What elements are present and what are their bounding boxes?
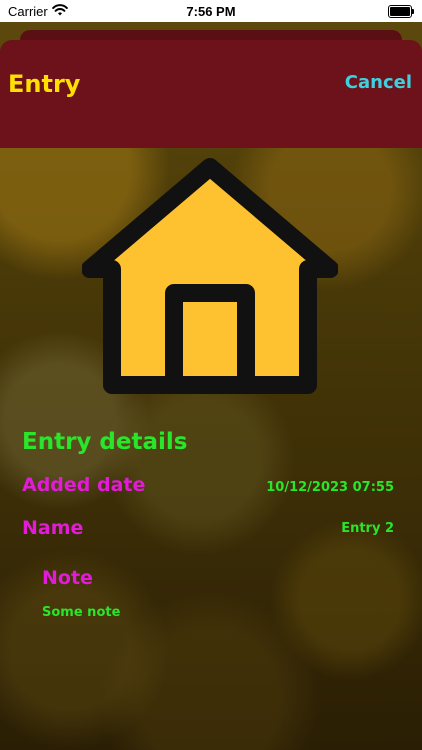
name-label: Name [22,517,84,539]
clock: 7:56 PM [186,4,236,19]
house-icon [82,158,338,394]
cancel-button[interactable]: Cancel [345,72,412,93]
added-date-value: 10/12/2023 07:55 [266,480,394,495]
note-label: Note [42,567,93,589]
name-value: Entry 2 [341,521,394,536]
page-title: Entry [8,70,81,98]
battery-icon [388,5,414,18]
section-title: Entry details [22,429,188,455]
note-value: Some note [42,605,121,620]
status-bar: Carrier 7:56 PM [0,0,422,22]
added-date-label: Added date [22,474,146,496]
